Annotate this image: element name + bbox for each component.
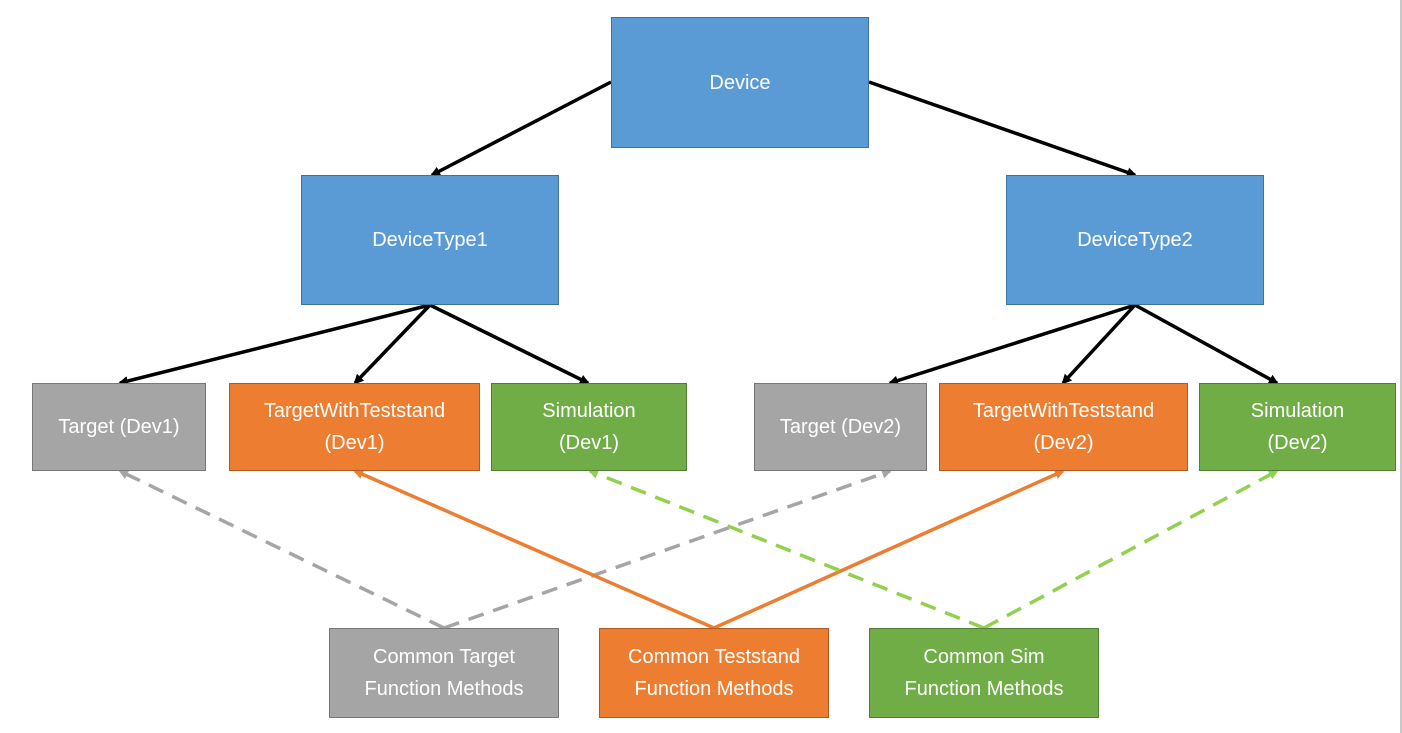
- edge-device-to-devicetype2: [868, 80, 1137, 178]
- node-common-target[interactable]: Common Target Function Methods: [329, 628, 559, 718]
- node-simulation-dev1[interactable]: Simulation (Dev1): [491, 383, 687, 471]
- node-common-sim[interactable]: Common Sim Function Methods: [869, 628, 1099, 718]
- node-simulation-dev2[interactable]: Simulation (Dev2): [1199, 383, 1396, 471]
- edge-devicetype1-to-simulation_dev1: [429, 303, 590, 385]
- node-teststand-dev2[interactable]: TargetWithTeststand (Dev2): [939, 383, 1188, 471]
- edge-common_teststand-to-teststand_dev2: [713, 469, 1065, 630]
- edge-devicetype1-to-target_dev1: [118, 303, 431, 386]
- edge-common_sim-to-simulation_dev2: [983, 469, 1279, 630]
- edge-common_sim-to-simulation_dev1: [588, 469, 985, 630]
- node-devicetype2[interactable]: DeviceType2: [1006, 175, 1264, 305]
- edge-common_target-to-target_dev1: [118, 469, 445, 630]
- edge-devicetype1-to-teststand_dev1: [353, 303, 432, 385]
- edge-devicetype2-to-simulation_dev2: [1134, 303, 1279, 385]
- edge-device-to-devicetype1: [430, 80, 612, 177]
- node-devicetype1[interactable]: DeviceType1: [301, 175, 559, 305]
- node-device[interactable]: Device: [611, 17, 869, 148]
- edge-common_target-to-target_dev2: [443, 468, 892, 630]
- edge-common_teststand-to-teststand_dev1: [353, 469, 715, 630]
- node-teststand-dev1[interactable]: TargetWithTeststand (Dev1): [229, 383, 480, 471]
- node-common-teststand[interactable]: Common Teststand Function Methods: [599, 628, 829, 718]
- node-target-dev1[interactable]: Target (Dev1): [32, 383, 206, 471]
- node-target-dev2[interactable]: Target (Dev2): [754, 383, 927, 471]
